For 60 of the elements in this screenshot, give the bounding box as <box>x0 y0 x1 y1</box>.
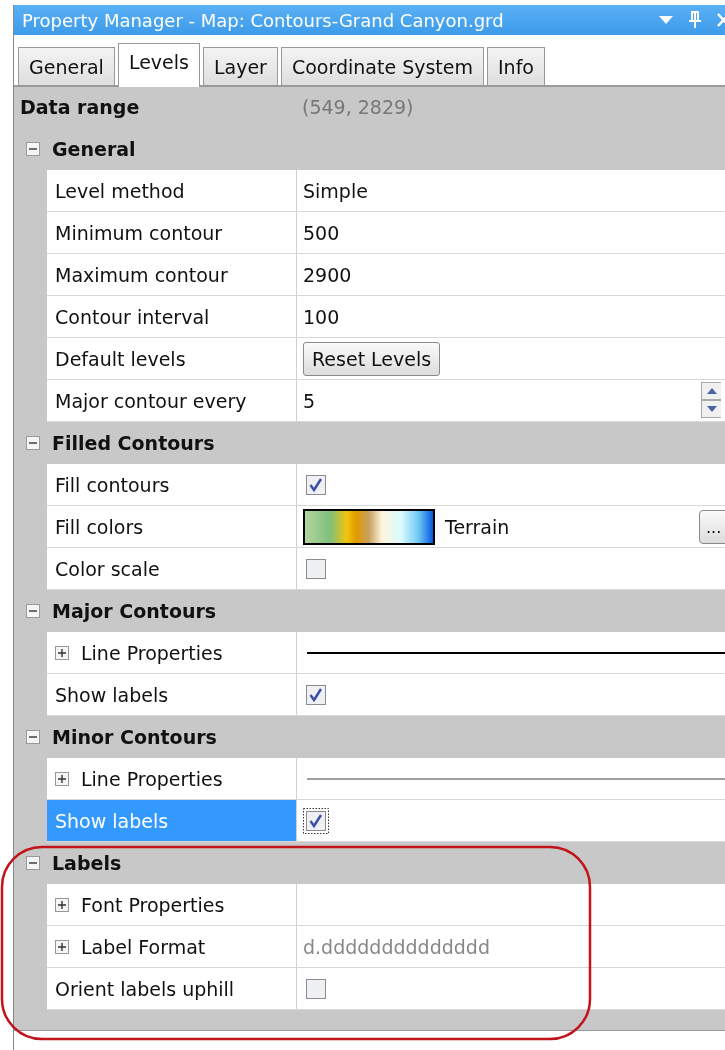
section-title: Minor Contours <box>52 725 217 748</box>
label-text: Show labels <box>55 683 169 706</box>
property-label[interactable]: Minimum contour <box>47 212 297 253</box>
section-title: Filled Contours <box>52 431 215 454</box>
property-value[interactable]: Simple <box>303 179 368 202</box>
collapse-icon[interactable] <box>26 603 40 618</box>
collapse-icon[interactable] <box>26 435 40 450</box>
label-text: Fill colors <box>55 515 144 538</box>
label-text: Contour interval <box>55 305 210 328</box>
property-label[interactable]: Major contour every <box>47 380 297 421</box>
property-label[interactable]: Maximum contour <box>47 254 297 295</box>
label-text: Show labels <box>55 809 169 832</box>
label-text: Line Properties <box>81 641 223 664</box>
reset-button[interactable]: Reset Levels <box>303 341 441 376</box>
tab[interactable]: Levels <box>117 43 200 87</box>
label-text: Font Properties <box>81 893 225 916</box>
section-title: General <box>52 137 136 160</box>
property-value[interactable]: 100 <box>303 305 340 328</box>
label-text: Maximum contour <box>55 263 228 286</box>
label-text: Line Properties <box>81 767 223 790</box>
expand-icon[interactable] <box>55 939 69 954</box>
label-text: Minimum contour <box>55 221 223 244</box>
label-text: Label Format <box>81 935 206 958</box>
window-title: Property Manager - Map: Contours-Grand Canyon.grd <box>22 9 504 31</box>
tab[interactable]: Layer <box>202 47 278 85</box>
label-text: Orient labels uphill <box>55 977 235 1000</box>
color-gradient-swatch[interactable] <box>303 508 435 545</box>
collapse-icon[interactable] <box>26 855 40 870</box>
collapse-icon[interactable] <box>26 141 40 156</box>
label-text: Color scale <box>55 557 160 580</box>
label-text: Level method <box>55 179 185 202</box>
property-label[interactable]: Label Format <box>47 926 297 967</box>
expand-icon[interactable] <box>55 645 69 660</box>
color-map-name: Terrain <box>445 515 510 538</box>
label-text: Default levels <box>55 347 186 370</box>
section-title: Labels <box>52 851 122 874</box>
property-value[interactable]: 500 <box>303 221 340 244</box>
expand-icon[interactable] <box>55 771 69 786</box>
collapse-icon[interactable] <box>26 729 40 744</box>
tab[interactable]: Coordinate System <box>280 47 484 85</box>
dropdown-icon[interactable] <box>658 15 674 25</box>
section-title: Major Contours <box>52 599 217 622</box>
tab[interactable]: General <box>18 47 115 85</box>
label-text: Major contour every <box>55 389 247 412</box>
property-value[interactable]: 5 <box>303 389 316 412</box>
label-text: Fill contours <box>55 473 170 496</box>
property-label[interactable]: Contour interval <box>47 296 297 337</box>
tab[interactable]: Info <box>487 47 545 85</box>
browse-button[interactable]: ... <box>699 510 725 544</box>
property-label[interactable]: Default levels <box>47 338 297 379</box>
spin-arrows-icon[interactable] <box>701 382 721 418</box>
property-label: Data range <box>20 96 141 118</box>
property-value: (549, 2829) <box>302 96 414 118</box>
property-label[interactable]: Level method <box>47 170 297 211</box>
property-value: d.dddddddddddddd <box>303 935 490 958</box>
property-value[interactable]: 2900 <box>303 263 352 286</box>
checkbox[interactable] <box>303 807 329 834</box>
pin-icon[interactable] <box>688 11 702 29</box>
expand-icon[interactable] <box>55 897 69 912</box>
property-label[interactable]: Fill colors <box>47 506 297 547</box>
